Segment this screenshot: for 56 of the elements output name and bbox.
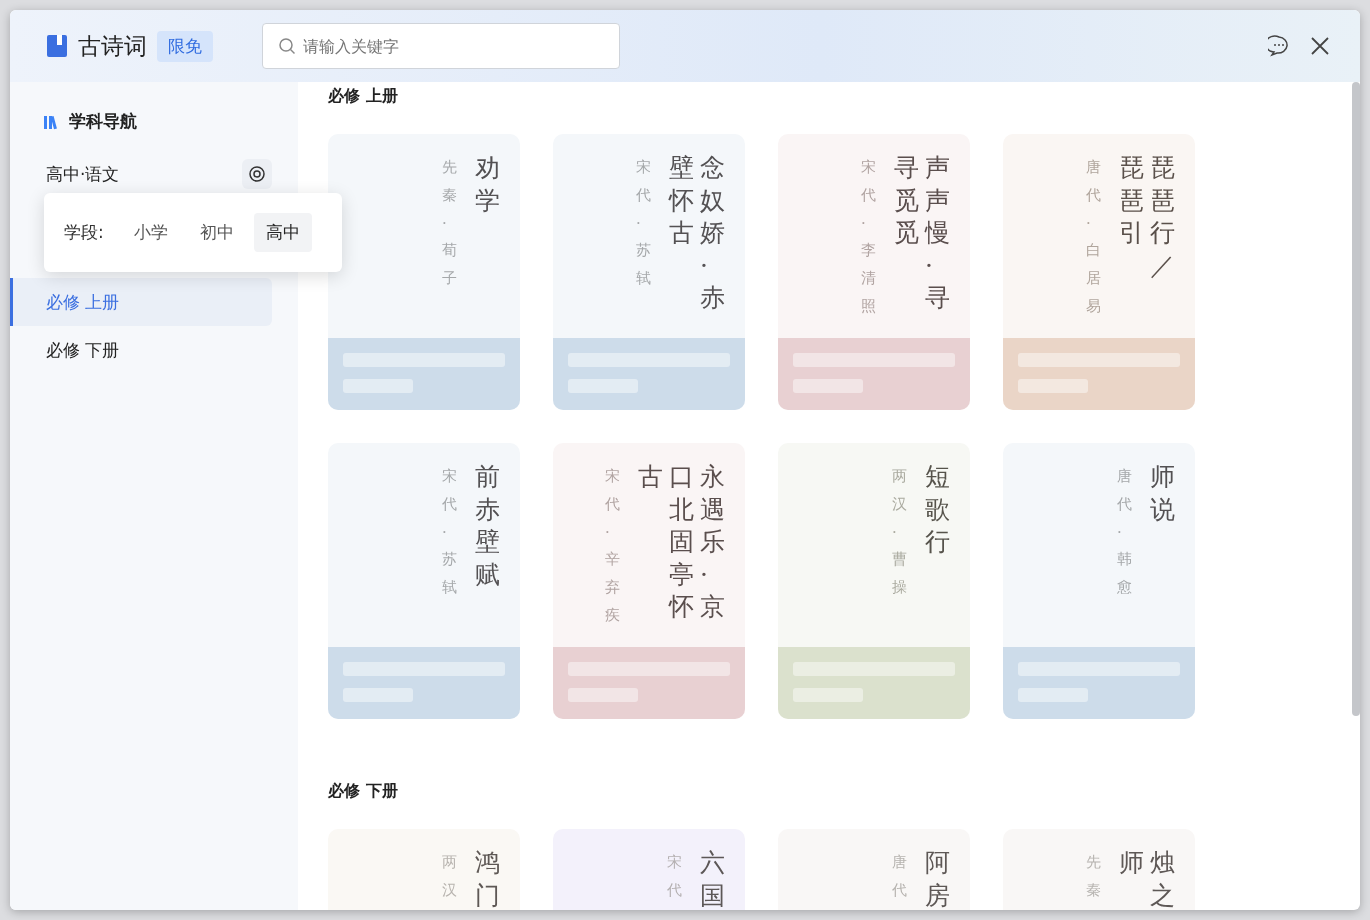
poem-title: 古 口北固亭怀 永遇乐·京 xyxy=(638,461,725,623)
scrollbar[interactable] xyxy=(1352,82,1360,716)
close-icon[interactable] xyxy=(1310,36,1330,56)
poem-title: 师说 xyxy=(1150,461,1175,526)
poem-title: 琵琶引 琵琶行／ xyxy=(1119,152,1175,282)
poem-author: 两汉 xyxy=(442,852,457,901)
poem-author: 先秦 xyxy=(1086,852,1101,901)
poem-author: 先秦·荀子 xyxy=(442,157,457,289)
section-title: 必修 下册 xyxy=(328,781,399,802)
free-badge: 限免 xyxy=(157,30,213,62)
search-field[interactable]: 请输入关键字 xyxy=(262,23,620,69)
stage-option[interactable]: 初中 xyxy=(187,213,246,252)
poem-title: 短歌行 xyxy=(925,461,950,558)
poem-title: 寻觅觅 声声慢·寻 xyxy=(894,152,950,314)
poem-card[interactable]: 两汉·曹操 短歌行 xyxy=(778,443,970,719)
poem-author: 宋代 xyxy=(667,852,682,901)
poem-title: 前赤壁赋 xyxy=(475,461,500,591)
nav-item[interactable]: 必修 下册 xyxy=(10,326,272,374)
poem-card[interactable]: 先秦 师 烛之 xyxy=(1003,829,1195,910)
chat-icon[interactable] xyxy=(1268,35,1290,57)
poem-title: 师 烛之 xyxy=(1119,847,1175,910)
poem-card[interactable]: 宋代 六国 xyxy=(553,829,745,910)
poem-title: 鸿门 xyxy=(475,847,500,910)
poem-title: 六国 xyxy=(700,847,725,910)
target-icon[interactable] xyxy=(242,159,272,189)
poem-card[interactable]: 唐代·韩愈 师说 xyxy=(1003,443,1195,719)
app-title: 古诗词 xyxy=(78,31,147,61)
poem-card[interactable]: 宋代·苏轼 壁怀古 念奴娇·赤 xyxy=(553,134,745,410)
poem-card[interactable]: 宋代·李清照 寻觅觅 声声慢·寻 xyxy=(778,134,970,410)
subject-label: 高中·语文 xyxy=(46,162,120,186)
stage-label: 学段: xyxy=(64,221,104,244)
poem-title: 阿房 xyxy=(925,847,950,910)
poem-card[interactable]: 宋代·辛弃疾 古 口北固亭怀 永遇乐·京 xyxy=(553,443,745,719)
poem-title: 壁怀古 念奴娇·赤 xyxy=(669,152,725,314)
poem-author: 唐代·韩愈 xyxy=(1117,466,1132,598)
poem-card[interactable]: 先秦·荀子 劝学 xyxy=(328,134,520,410)
poem-card[interactable]: 两汉 鸿门 xyxy=(328,829,520,910)
poem-card[interactable]: 唐代·白居易 琵琶引 琵琶行／ xyxy=(1003,134,1195,410)
stage-option[interactable]: 高中 xyxy=(253,213,312,252)
poem-card[interactable]: 宋代·苏轼 前赤壁赋 xyxy=(328,443,520,719)
poem-author: 唐代 xyxy=(892,852,907,901)
poem-author: 两汉·曹操 xyxy=(892,466,907,598)
poem-title: 劝学 xyxy=(475,152,500,217)
poem-author: 宋代·李清照 xyxy=(861,157,876,317)
nav-title: 学科导航 xyxy=(69,110,137,133)
poem-author: 宋代·苏轼 xyxy=(442,466,457,598)
poem-author: 唐代·白居易 xyxy=(1086,157,1101,317)
poem-card[interactable]: 唐代 阿房 xyxy=(778,829,970,910)
poem-author: 宋代·苏轼 xyxy=(636,157,651,289)
book-icon xyxy=(46,34,68,58)
section-title: 必修 上册 xyxy=(328,86,399,107)
poem-author: 宋代·辛弃疾 xyxy=(605,466,620,626)
nav-item[interactable]: 必修 上册 xyxy=(10,278,272,326)
search-icon xyxy=(278,37,296,55)
stage-option[interactable]: 小学 xyxy=(121,213,180,252)
placeholder-bar xyxy=(1018,379,1088,393)
